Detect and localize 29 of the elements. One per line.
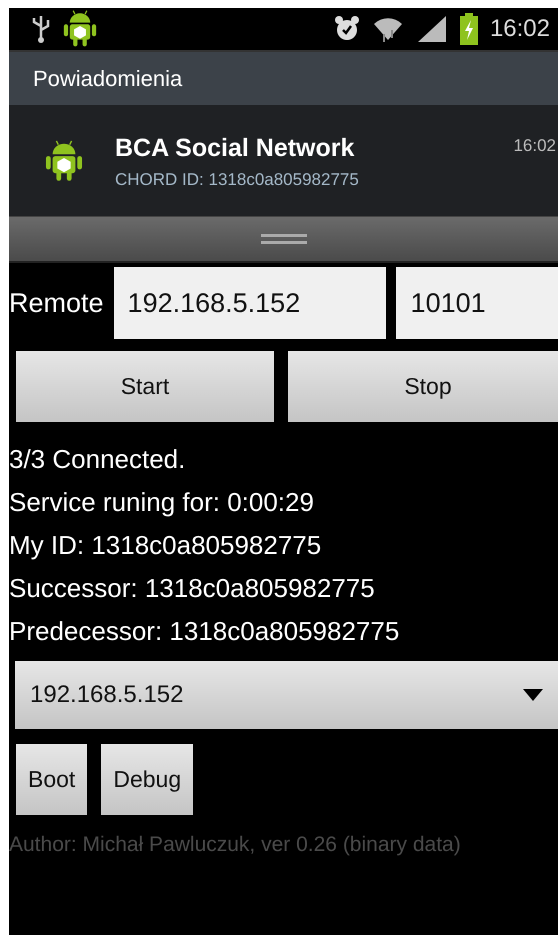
robot-icon [63,9,97,49]
usb-icon [31,14,51,44]
node-dropdown[interactable]: 192.168.5.152 [15,661,558,729]
port-field[interactable]: 10101 [396,267,558,339]
notification-text: CHORD ID: 1318c0a805982775 [115,169,360,191]
author-text: Author: Michał Pawluczuk, ver 0.26 (binary data) [9,832,462,858]
robot-icon [45,139,83,183]
dropdown-caret-icon [523,689,543,701]
status-line: Predecessor: 1318c0a805982775 [9,615,400,648]
service-button[interactable]: Start [16,351,274,422]
host-field[interactable]: 192.168.5.152 [114,267,386,339]
clock: 16:02 [490,14,550,44]
tool-button[interactable]: Debug [101,744,194,815]
service-button[interactable]: Stop [288,351,558,422]
remote-label: Remote [9,286,104,320]
notification-item[interactable]: BCA Social Network CHORD ID: 1318c0a805982775 16:02 [9,105,558,217]
drag-handle-icon [260,232,306,246]
status-line: My ID: 1318c0a805982775 [9,529,322,562]
notification-title: BCA Social Network [115,133,356,163]
drag-handle-bar[interactable] [9,217,558,263]
status-line: Service runing for: 0:00:29 [9,486,315,519]
notification-header-title: Powiadomienia [33,65,182,93]
alarm-clock-icon [334,15,360,43]
tool-button[interactable]: Boot [16,744,88,815]
status-line: Successor: 1318c0a805982775 [9,572,376,605]
notification-time: 16:02 [513,135,556,157]
signal-icon [416,14,448,44]
battery-icon [460,13,478,45]
status-line: 3/3 Connected. [9,443,186,476]
